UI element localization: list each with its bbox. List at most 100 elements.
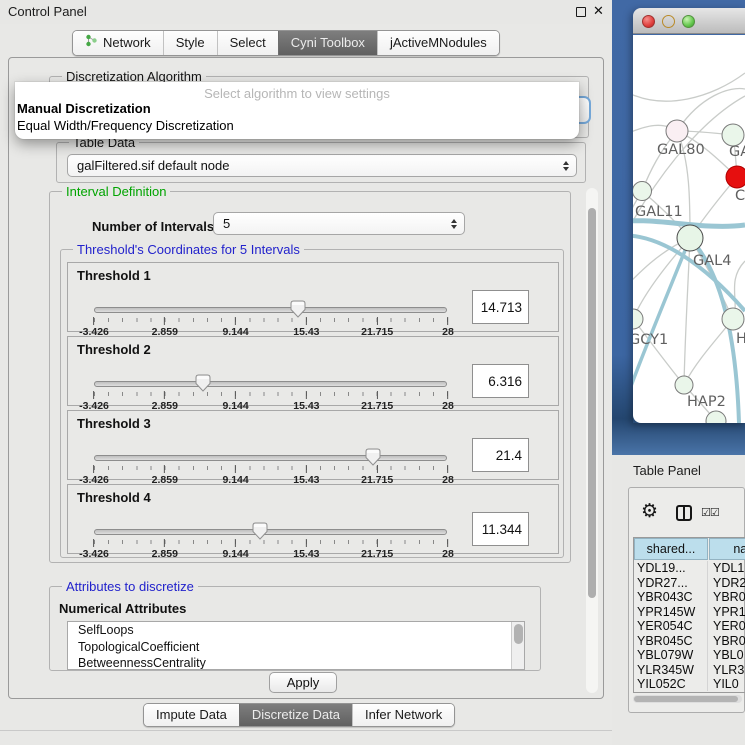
svg-text:GAL11: GAL11	[635, 204, 683, 220]
close-icon[interactable]: ✕	[593, 3, 604, 19]
bottom-tab-bar: Impute Data Discretize Data Infer Networ…	[143, 703, 455, 727]
table-rows: YDL19... YDL1 YDR27... YDR2 YBR043C YBR0	[634, 561, 745, 691]
table-row[interactable]: YLR345W YLR3	[634, 663, 745, 678]
control-panel-titlebar: Control Panel ✕	[0, 0, 612, 24]
slider-ticks: -3.426 2.859 9.144 15.43 21.715 28	[94, 539, 448, 561]
numerical-attributes-label: Numerical Attributes	[59, 601, 186, 616]
table-panel-title: Table Panel	[633, 463, 701, 478]
table-row[interactable]: YIL052C YIL0	[634, 677, 745, 691]
group-title: Interval Definition	[62, 184, 170, 199]
combo-arrows-icon	[451, 219, 457, 229]
dropdown-item[interactable]: Manual Discretization	[17, 102, 234, 116]
float-window-icon[interactable]	[576, 7, 586, 17]
table-panel: Table Panel ⚙ ☑☑ shared... name YDL19...…	[612, 455, 745, 745]
threshold-panel: Threshold 3	[67, 410, 559, 480]
dropdown-item[interactable]: Equal Width/Frequency Discretization	[17, 119, 234, 133]
top-tab[interactable]: Network	[73, 31, 163, 55]
apply-button[interactable]: Apply	[269, 672, 337, 693]
table-data-combobox[interactable]: galFiltered.sif default node	[67, 154, 577, 177]
table-row[interactable]: YPR145W YPR1	[634, 605, 745, 620]
thresholds-group: Threshold's Coordinates for 5 Intervals …	[60, 249, 564, 558]
attributes-list[interactable]: SelfLoops TopologicalCoefficient Between…	[67, 621, 525, 670]
minimize-traffic-light-icon[interactable]	[662, 15, 675, 28]
table-header-row: shared... name	[634, 538, 745, 560]
bottom-tab-label: Impute Data	[156, 704, 227, 726]
network-icon	[85, 31, 98, 55]
top-tab-label: Style	[176, 31, 205, 55]
table-horizontal-scrollbar[interactable]	[633, 695, 742, 703]
combo-arrows-icon	[563, 161, 569, 171]
group-title: Attributes to discretize	[62, 579, 198, 594]
top-tab-label: Cyni Toolbox	[291, 31, 365, 55]
network-view-window: GAL80 GA C GAL11 GAL4 GCY1 H HAP2	[633, 8, 745, 423]
top-tab[interactable]: jActiveMNodules	[377, 31, 499, 55]
table-row[interactable]: YBR045C YBR0	[634, 634, 745, 649]
svg-text:GA: GA	[729, 144, 745, 160]
threshold-value-field[interactable]: 6.316	[472, 364, 529, 398]
threshold-value-field[interactable]: 11.344	[472, 512, 529, 546]
threshold-panel: Threshold 2	[67, 336, 559, 406]
top-tab-label: jActiveMNodules	[390, 31, 487, 55]
zoom-traffic-light-icon[interactable]	[682, 15, 695, 28]
top-tab[interactable]: Cyni Toolbox	[278, 31, 377, 55]
svg-text:GCY1: GCY1	[633, 332, 668, 348]
algorithm-dropdown-popup: Select algorithm to view settings Manual…	[15, 82, 579, 139]
threshold-label: Threshold 4	[77, 490, 151, 505]
top-tab-label: Network	[103, 31, 151, 55]
list-scrollbar[interactable]	[511, 622, 524, 669]
svg-text:H: H	[736, 331, 745, 347]
close-traffic-light-icon[interactable]	[642, 15, 655, 28]
svg-text:GAL4: GAL4	[693, 253, 731, 269]
cytoscape-desktop: GAL80 GA C GAL11 GAL4 GCY1 H HAP2	[612, 0, 745, 455]
select-columns-icon[interactable]: ☑☑	[701, 506, 719, 519]
bottom-tab[interactable]: Impute Data	[144, 704, 239, 726]
node-table: shared... name YDL19... YDL1 YDR27... YD…	[633, 537, 745, 693]
column-header[interactable]: name	[709, 538, 745, 560]
threshold-label: Threshold 1	[77, 268, 151, 283]
columns-icon[interactable]	[676, 505, 692, 521]
num-intervals-label: Number of Intervals	[92, 219, 214, 234]
bottom-tab-label: Discretize Data	[252, 704, 340, 726]
threshold-label: Threshold 3	[77, 416, 151, 431]
threshold-label: Threshold 2	[77, 342, 151, 357]
bottom-tab-label: Infer Network	[365, 704, 442, 726]
bottom-tab[interactable]: Infer Network	[352, 704, 454, 726]
table-data-value: galFiltered.sif default node	[77, 158, 229, 173]
table-row[interactable]: YER054C YER0	[634, 619, 745, 634]
attribute-item[interactable]: SelfLoops	[68, 622, 524, 639]
table-row[interactable]: YDR27... YDR2	[634, 576, 745, 591]
top-tab-bar: Network Style Select Cyni Toolbox jActiv…	[72, 30, 500, 56]
group-title: Threshold's Coordinates for 5 Intervals	[73, 242, 304, 257]
svg-text:C: C	[735, 188, 745, 204]
table-row[interactable]: YBR043C YBR0	[634, 590, 745, 605]
threshold-panel: Threshold 4	[67, 484, 559, 554]
panel-title: Control Panel	[8, 4, 87, 19]
dropdown-prompt: Select algorithm to view settings	[15, 86, 579, 101]
num-intervals-combobox[interactable]: 5	[213, 212, 465, 235]
threshold-panel: Threshold 1	[67, 262, 559, 332]
top-tab-label: Select	[230, 31, 266, 55]
threshold-value-field[interactable]: 21.4	[472, 438, 529, 472]
table-row[interactable]: YBL079W YBL0	[634, 648, 745, 663]
top-tab[interactable]: Style	[163, 31, 217, 55]
gear-icon[interactable]: ⚙	[641, 500, 658, 523]
table-data-group: Table Data galFiltered.sif default node	[56, 142, 586, 183]
network-canvas[interactable]: GAL80 GA C GAL11 GAL4 GCY1 H HAP2	[633, 35, 745, 423]
settings-scrollbar[interactable]	[586, 188, 598, 693]
attributes-group: Attributes to discretize Numerical Attri…	[49, 586, 541, 671]
dropdown-items: Manual Discretization Equal Width/Freque…	[17, 102, 234, 133]
network-window-titlebar[interactable]	[633, 8, 745, 34]
table-panel-body: ⚙ ☑☑ shared... name YDL19... YDL1 YDR27.…	[628, 487, 745, 713]
attribute-item[interactable]: TopologicalCoefficient	[68, 639, 524, 656]
top-tab[interactable]: Select	[217, 31, 278, 55]
attribute-item[interactable]: BetweennessCentrality	[68, 655, 524, 670]
table-row[interactable]: YDL19... YDL1	[634, 561, 745, 576]
bottom-tab[interactable]: Discretize Data	[239, 704, 352, 726]
control-panel: Control Panel ✕ Network	[0, 0, 612, 745]
interval-definition-group: Interval Definition Number of Intervals …	[49, 191, 571, 563]
column-header[interactable]: shared...	[634, 538, 708, 560]
threshold-value-field[interactable]: 14.713	[472, 290, 529, 324]
divider	[0, 730, 612, 731]
num-intervals-value: 5	[223, 216, 230, 231]
svg-text:GAL80: GAL80	[657, 142, 705, 158]
